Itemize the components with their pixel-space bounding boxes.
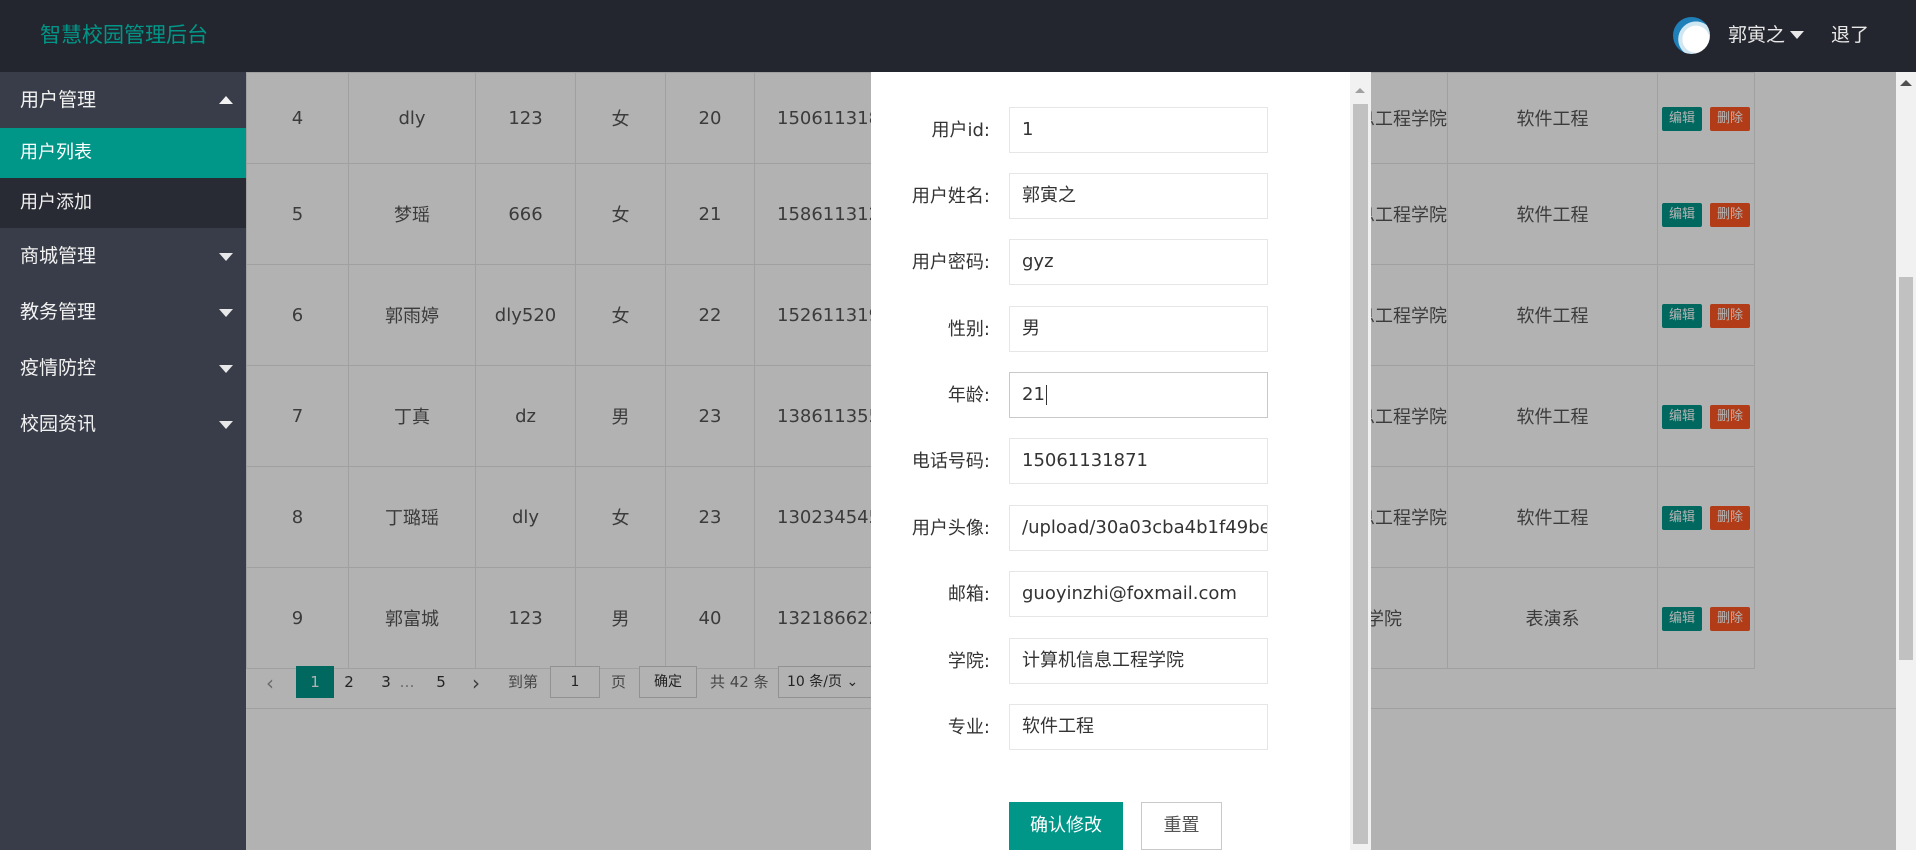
sidebar-item-user-list[interactable]: 用户列表 [0, 128, 246, 178]
user-name-input[interactable]: 郭寅之 [1009, 173, 1268, 219]
confirm-edit-button[interactable]: 确认修改 [1009, 802, 1123, 850]
email-input[interactable]: guoyinzhi@foxmail.com [1009, 571, 1268, 617]
form-row-phone: 电话号码: 15061131871 [871, 438, 1351, 486]
user-avatar[interactable] [1673, 17, 1710, 54]
sidebar-item-mall-management[interactable]: 商城管理 [0, 228, 246, 284]
college-input[interactable]: 计算机信息工程学院 [1009, 638, 1268, 684]
sidebar-item-label: 用户列表 [20, 142, 92, 163]
logout-link[interactable]: 退了 [1831, 20, 1869, 50]
app-logo-title: 智慧校园管理后台 [40, 23, 208, 47]
form-row-user-id: 用户id: 1 [871, 107, 1351, 155]
age-input[interactable]: 21 [1009, 372, 1268, 418]
field-label: 电话号码: [911, 451, 990, 472]
text-cursor [1045, 385, 1047, 405]
field-label: 用户头像: [911, 518, 990, 539]
chevron-down-icon [219, 309, 233, 317]
sidebar-item-epidemic-control[interactable]: 疫情防控 [0, 340, 246, 396]
form-row-age: 年龄: 21 [871, 372, 1351, 420]
form-row-avatar: 用户头像: /upload/30a03cba4b1f49be983d [871, 505, 1351, 553]
sidebar-item-user-add[interactable]: 用户添加 [0, 178, 246, 228]
form-row-gender: 性别: 男 [871, 306, 1351, 354]
field-label: 用户id: [931, 120, 991, 141]
chevron-down-icon[interactable] [1790, 31, 1804, 39]
field-label: 专业: [947, 717, 990, 738]
field-label: 年龄: [947, 385, 990, 406]
sidebar-item-user-management[interactable]: 用户管理 [0, 72, 246, 128]
gender-input[interactable]: 男 [1009, 306, 1268, 352]
scrollbar-thumb[interactable] [1899, 277, 1913, 660]
phone-input[interactable]: 15061131871 [1009, 438, 1268, 484]
user-menu-name[interactable]: 郭寅之 [1728, 20, 1785, 50]
sidebar-item-label: 疫情防控 [20, 357, 97, 379]
chevron-up-icon [219, 96, 233, 104]
scrollbar-thumb[interactable] [1353, 104, 1368, 844]
scroll-up-icon[interactable] [1355, 88, 1365, 93]
sidebar-item-academic-management[interactable]: 教务管理 [0, 284, 246, 340]
chevron-down-icon [219, 253, 233, 261]
avatar-path-input[interactable]: /upload/30a03cba4b1f49be983d [1009, 505, 1268, 551]
edit-user-dialog: 用户id: 1 用户姓名: 郭寅之 用户密码: gyz 性别: 男 年龄: 21… [871, 72, 1371, 850]
sidebar-item-label: 用户管理 [20, 89, 97, 111]
field-label: 邮箱: [947, 584, 990, 605]
page-scrollbar[interactable] [1896, 72, 1916, 850]
sidebar-submenu-user: 用户列表 用户添加 [0, 128, 246, 228]
form-row-college: 学院: 计算机信息工程学院 [871, 638, 1351, 686]
sidebar-item-label: 用户添加 [20, 192, 92, 213]
reset-button[interactable]: 重置 [1141, 802, 1222, 850]
top-header: 智慧校园管理后台 郭寅之 退了 [0, 0, 1916, 72]
major-input[interactable]: 软件工程 [1009, 704, 1268, 750]
sidebar-item-campus-news[interactable]: 校园资讯 [0, 396, 246, 452]
sidebar-item-label: 教务管理 [20, 301, 97, 323]
password-input[interactable]: gyz [1009, 239, 1268, 285]
form-row-major: 专业: 软件工程 [871, 704, 1351, 752]
form-row-user-name: 用户姓名: 郭寅之 [871, 173, 1351, 221]
form-row-email: 邮箱: guoyinzhi@foxmail.com [871, 571, 1351, 619]
chevron-down-icon [219, 421, 233, 429]
dialog-scrollbar[interactable] [1350, 72, 1371, 850]
field-label: 用户姓名: [911, 186, 990, 207]
chevron-down-icon [219, 365, 233, 373]
field-label: 性别: [947, 319, 990, 340]
user-id-input[interactable]: 1 [1009, 107, 1268, 153]
field-label: 学院: [947, 651, 990, 672]
sidebar: 用户管理 用户列表 用户添加 商城管理 教务管理 疫情防控 校园资讯 [0, 72, 246, 850]
age-value: 21 [1022, 384, 1045, 405]
sidebar-item-label: 校园资讯 [20, 413, 97, 435]
form-row-password: 用户密码: gyz [871, 239, 1351, 287]
sidebar-item-label: 商城管理 [20, 245, 97, 267]
field-label: 用户密码: [911, 252, 990, 273]
scroll-up-icon[interactable] [1900, 80, 1912, 86]
